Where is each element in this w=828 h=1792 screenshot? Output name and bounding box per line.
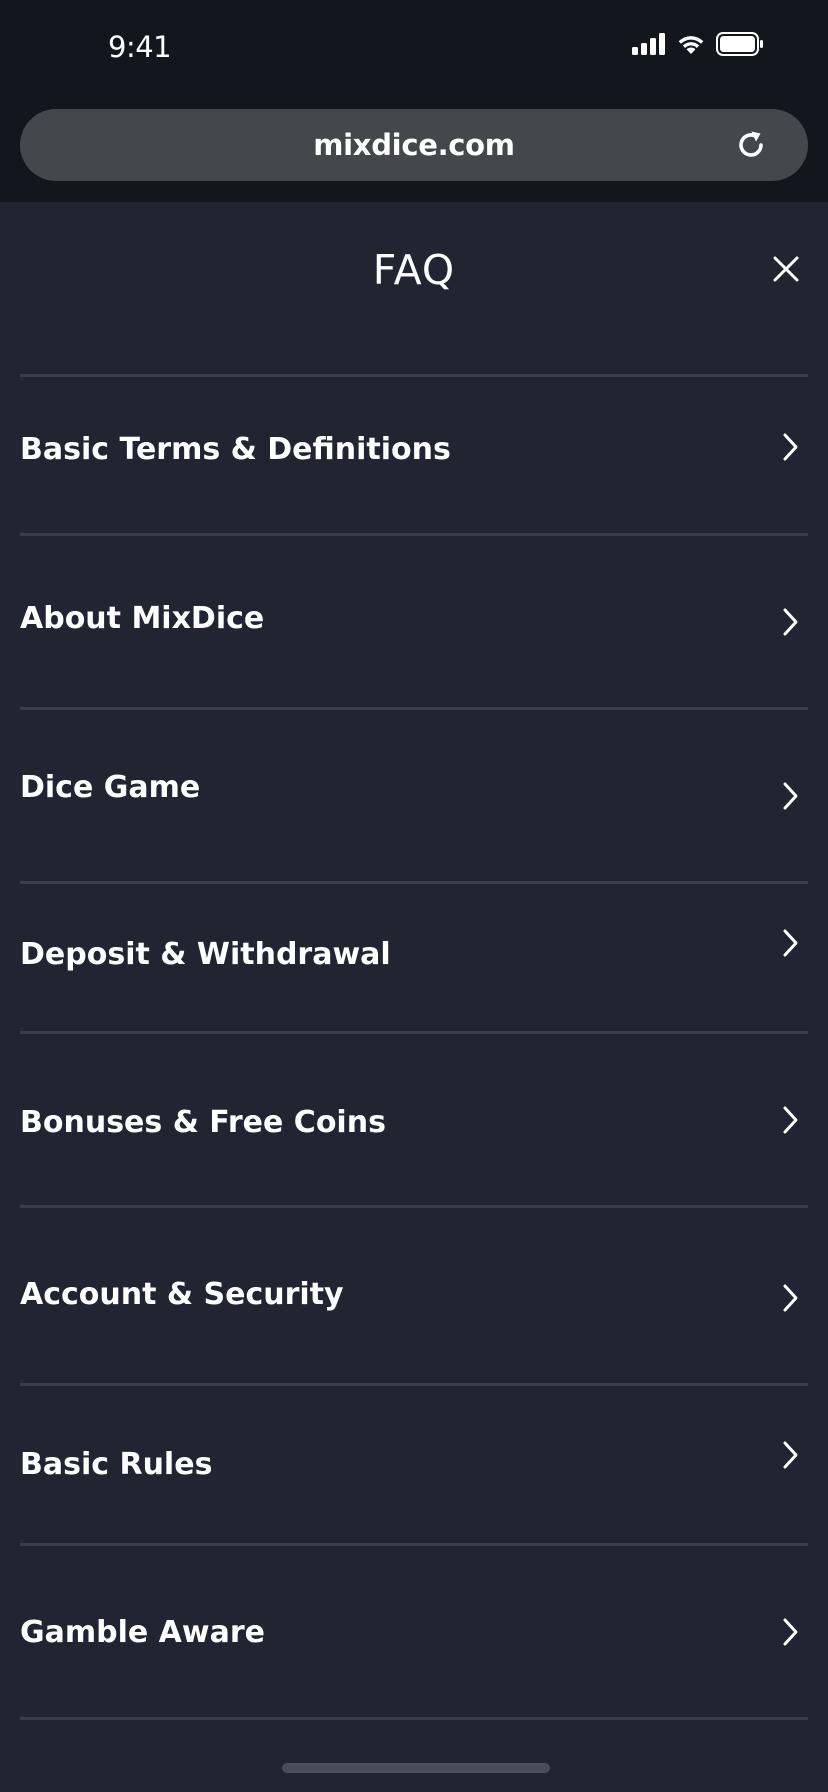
faq-screen: 9:41 mixdice.com FAQ Basic Terms & Defin… [0,0,828,1792]
chevron-right-icon [783,608,798,636]
chevron-right-icon [783,1441,798,1469]
url-text: mixdice.com [313,128,515,162]
faq-item-basic-terms[interactable]: Basic Terms & Definitions [20,376,808,533]
chevron-right-icon [783,1284,798,1312]
faq-item-label: Dice Game [20,770,201,805]
faq-item-bonuses-free-coins[interactable]: Bonuses & Free Coins [20,1033,808,1205]
chevron-right-icon [783,1106,798,1134]
battery-icon [716,32,763,56]
chevron-right-icon [783,1618,798,1646]
faq-item-dice-game[interactable]: Dice Game [20,709,808,881]
home-indicator[interactable] [282,1763,550,1773]
reload-icon[interactable] [734,128,768,162]
faq-item-basic-rules[interactable]: Basic Rules [20,1385,808,1543]
address-bar[interactable]: mixdice.com [20,109,808,181]
faq-item-deposit-withdrawal[interactable]: Deposit & Withdrawal [20,883,808,1031]
chevron-right-icon [783,929,798,957]
faq-item-label: Deposit & Withdrawal [20,937,391,972]
faq-item-gamble-aware[interactable]: Gamble Aware [20,1545,808,1717]
chevron-right-icon [783,782,798,810]
faq-item-label: Account & Security [20,1277,344,1312]
page-title: FAQ [372,246,456,294]
faq-item-label: About MixDice [20,601,265,636]
faq-item-about-mixdice[interactable]: About MixDice [20,535,808,707]
faq-item-label: Gamble Aware [20,1615,265,1650]
chevron-right-icon [783,433,798,461]
faq-item-label: Basic Terms & Definitions [20,432,451,467]
close-icon[interactable] [770,253,802,285]
status-icons [632,32,764,56]
faq-item-label: Bonuses & Free Coins [20,1105,386,1140]
divider [20,1717,808,1720]
faq-item-account-security[interactable]: Account & Security [20,1207,808,1383]
wifi-icon [678,36,704,54]
status-time: 9:41 [108,30,172,64]
cellular-signal-icon [632,33,665,55]
faq-item-label: Basic Rules [20,1447,213,1482]
browser-chrome: 9:41 mixdice.com [0,0,828,202]
